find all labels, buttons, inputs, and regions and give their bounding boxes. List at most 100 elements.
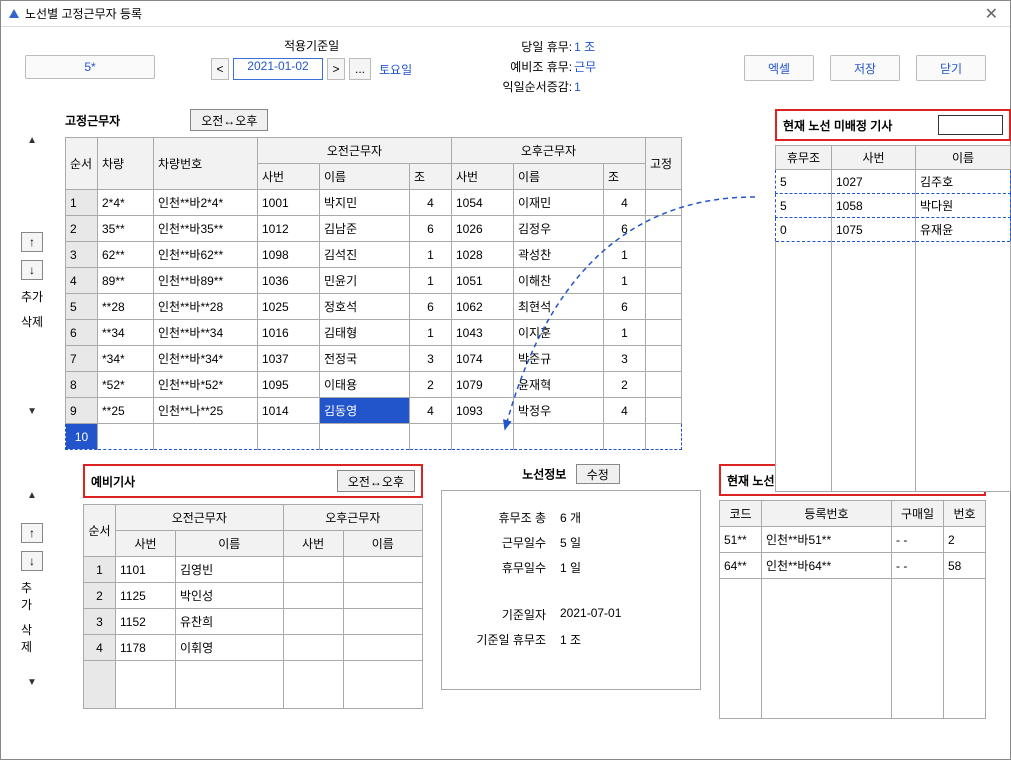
col-afternoon: 오후근무자 xyxy=(283,505,422,531)
reserve-title: 예비기사 xyxy=(91,473,135,490)
ri-label: 휴무일수 xyxy=(456,559,546,576)
table-row-empty[interactable]: 10 xyxy=(66,424,682,450)
delete-button[interactable]: 삭제 xyxy=(21,621,43,655)
col-seq: 순서 xyxy=(84,505,116,557)
ri-label: 근무일수 xyxy=(456,534,546,551)
col-emp: 사번 xyxy=(452,164,514,190)
unassigned-drivers-title: 현재 노선 미배정 기사 xyxy=(783,117,892,134)
move-down-button[interactable]: ↓ xyxy=(21,260,43,280)
col-vehno: 차량번호 xyxy=(154,138,258,190)
table-row[interactable]: 41178이휘영 xyxy=(84,635,423,661)
date-picker-button[interactable]: ... xyxy=(349,58,371,80)
ri-label: 휴무조 총 xyxy=(456,509,546,526)
delete-button[interactable]: 삭제 xyxy=(21,313,43,330)
col-buydate: 구매일 xyxy=(892,501,944,527)
col-emp: 사번 xyxy=(258,164,320,190)
table-row[interactable]: 11101김영빈 xyxy=(84,557,423,583)
edit-button[interactable]: 수정 xyxy=(576,464,620,484)
col-veh: 차량 xyxy=(98,138,154,190)
swap-shift-button[interactable]: 오전↔오후 xyxy=(337,470,415,492)
fixed-title: 고정근무자 xyxy=(65,112,120,129)
date-label: 적용기준일 xyxy=(211,37,412,54)
col-hg: 휴무조 xyxy=(776,146,832,170)
unassigned-drivers-table[interactable]: 휴무조 사번 이름 51027김주호51058박다원01075유재윤 xyxy=(775,145,1011,492)
table-row[interactable]: 64**인천**바64**- -58 xyxy=(720,553,986,579)
table-row[interactable]: 7*34*인천**바*34*1037전정국31074박준규3 xyxy=(66,346,682,372)
save-button[interactable]: 저장 xyxy=(830,55,900,81)
table-row[interactable]: 21125박인성 xyxy=(84,583,423,609)
date-prev-button[interactable]: < xyxy=(211,58,229,80)
unassigned-drivers-search[interactable] xyxy=(938,115,1003,135)
ri-label: 기준일자 xyxy=(456,606,546,623)
col-emp: 사번 xyxy=(832,146,916,170)
col-name: 이름 xyxy=(343,531,422,557)
fixed-workers-table[interactable]: 순서 차량 차량번호 오전근무자 오후근무자 고정 사번 이름 조 사번 이름 … xyxy=(65,137,682,450)
table-row[interactable]: 8*52*인천**바*52*1095이태용21079윤재혁2 xyxy=(66,372,682,398)
move-up-button[interactable]: ↑ xyxy=(21,523,43,543)
col-name: 이름 xyxy=(514,164,604,190)
add-button[interactable]: 추가 xyxy=(21,288,43,305)
unassigned-vehicles-table[interactable]: 코드 등록번호 구매일 번호 51**인천**바51**- -264**인천**… xyxy=(719,500,986,719)
col-emp: 사번 xyxy=(283,531,343,557)
ri-value: 6 개 xyxy=(560,509,581,526)
col-morning: 오전근무자 xyxy=(116,505,284,531)
route-info-panel: 휴무조 총6 개 근무일수5 일 휴무일수1 일 기준일자2021-07-01 … xyxy=(441,490,701,690)
col-no: 번호 xyxy=(944,501,986,527)
close-button[interactable]: 닫기 xyxy=(916,55,986,81)
scroll-top-icon[interactable]: ▲ xyxy=(27,135,37,146)
info-value: 1 조 xyxy=(574,40,595,54)
col-name: 이름 xyxy=(176,531,284,557)
col-morning: 오전근무자 xyxy=(258,138,452,164)
ri-value: 2021-07-01 xyxy=(560,606,621,623)
info-value: 근무 xyxy=(574,60,596,74)
move-down-button[interactable]: ↓ xyxy=(21,551,43,571)
table-row[interactable]: 31152유찬희 xyxy=(84,609,423,635)
table-row[interactable]: 6**34인천**바**341016김태형11043이지훈1 xyxy=(66,320,682,346)
day-of-week: 토요일 xyxy=(379,61,412,78)
table-row[interactable]: 01075유재윤 xyxy=(776,218,1011,242)
info-label: 당일 휴무: xyxy=(492,37,572,57)
add-button[interactable]: 추가 xyxy=(21,579,43,613)
col-group: 조 xyxy=(410,164,452,190)
scroll-bottom-icon[interactable]: ▼ xyxy=(27,677,37,688)
scroll-top-icon[interactable]: ▲ xyxy=(27,490,37,501)
table-row[interactable]: 12*4*인천**바2*4*1001박지민41054이재민4 xyxy=(66,190,682,216)
col-name: 이름 xyxy=(320,164,410,190)
info-label: 예비조 휴무: xyxy=(492,57,572,77)
col-seq: 순서 xyxy=(66,138,98,190)
col-fixed: 고정 xyxy=(646,138,682,190)
info-panel: 당일 휴무:1 조 예비조 휴무:근무 익일순서증감:1 xyxy=(492,37,596,97)
col-code: 코드 xyxy=(720,501,762,527)
col-name: 이름 xyxy=(916,146,1011,170)
route-selector[interactable]: 5* xyxy=(25,55,155,79)
titlebar: 노선별 고정근무자 등록 ✕ xyxy=(1,1,1010,27)
move-up-button[interactable]: ↑ xyxy=(21,232,43,252)
table-row[interactable]: 9**25인천**나**251014김동영41093박정우4 xyxy=(66,398,682,424)
close-icon[interactable]: ✕ xyxy=(981,4,1002,24)
table-row[interactable]: 51**인천**바51**- -2 xyxy=(720,527,986,553)
info-label: 익일순서증감: xyxy=(492,77,572,97)
table-row[interactable]: 489**인천**바89**1036민윤기11051이해찬1 xyxy=(66,268,682,294)
routeinfo-title: 노선정보 xyxy=(522,468,566,482)
table-row[interactable]: 51027김주호 xyxy=(776,170,1011,194)
col-regno: 등록번호 xyxy=(762,501,892,527)
app-icon xyxy=(9,9,19,18)
ri-value: 5 일 xyxy=(560,534,581,551)
table-row[interactable]: 51058박다원 xyxy=(776,194,1011,218)
window-title: 노선별 고정근무자 등록 xyxy=(25,5,981,22)
ri-value: 1 일 xyxy=(560,559,581,576)
ri-value: 1 조 xyxy=(560,631,581,648)
swap-shift-button[interactable]: 오전↔오후 xyxy=(190,109,268,131)
col-group: 조 xyxy=(604,164,646,190)
table-row[interactable]: 362**인천**바62**1098김석진11028곽성찬1 xyxy=(66,242,682,268)
table-row[interactable]: 235**인천**바35**1012김남준61026김정우6 xyxy=(66,216,682,242)
table-row[interactable]: 5**28인천**바**281025정호석61062최현석6 xyxy=(66,294,682,320)
scroll-bottom-icon[interactable]: ▼ xyxy=(27,406,37,417)
reserve-table[interactable]: 순서 오전근무자 오후근무자 사번 이름 사번 이름 11101김영빈21125… xyxy=(83,504,423,709)
ri-label: 기준일 휴무조 xyxy=(456,631,546,648)
date-next-button[interactable]: > xyxy=(327,58,345,80)
excel-button[interactable]: 엑셀 xyxy=(744,55,814,81)
col-afternoon: 오후근무자 xyxy=(452,138,646,164)
info-value: 1 xyxy=(574,80,581,94)
date-input[interactable]: 2021-01-02 xyxy=(233,58,323,80)
